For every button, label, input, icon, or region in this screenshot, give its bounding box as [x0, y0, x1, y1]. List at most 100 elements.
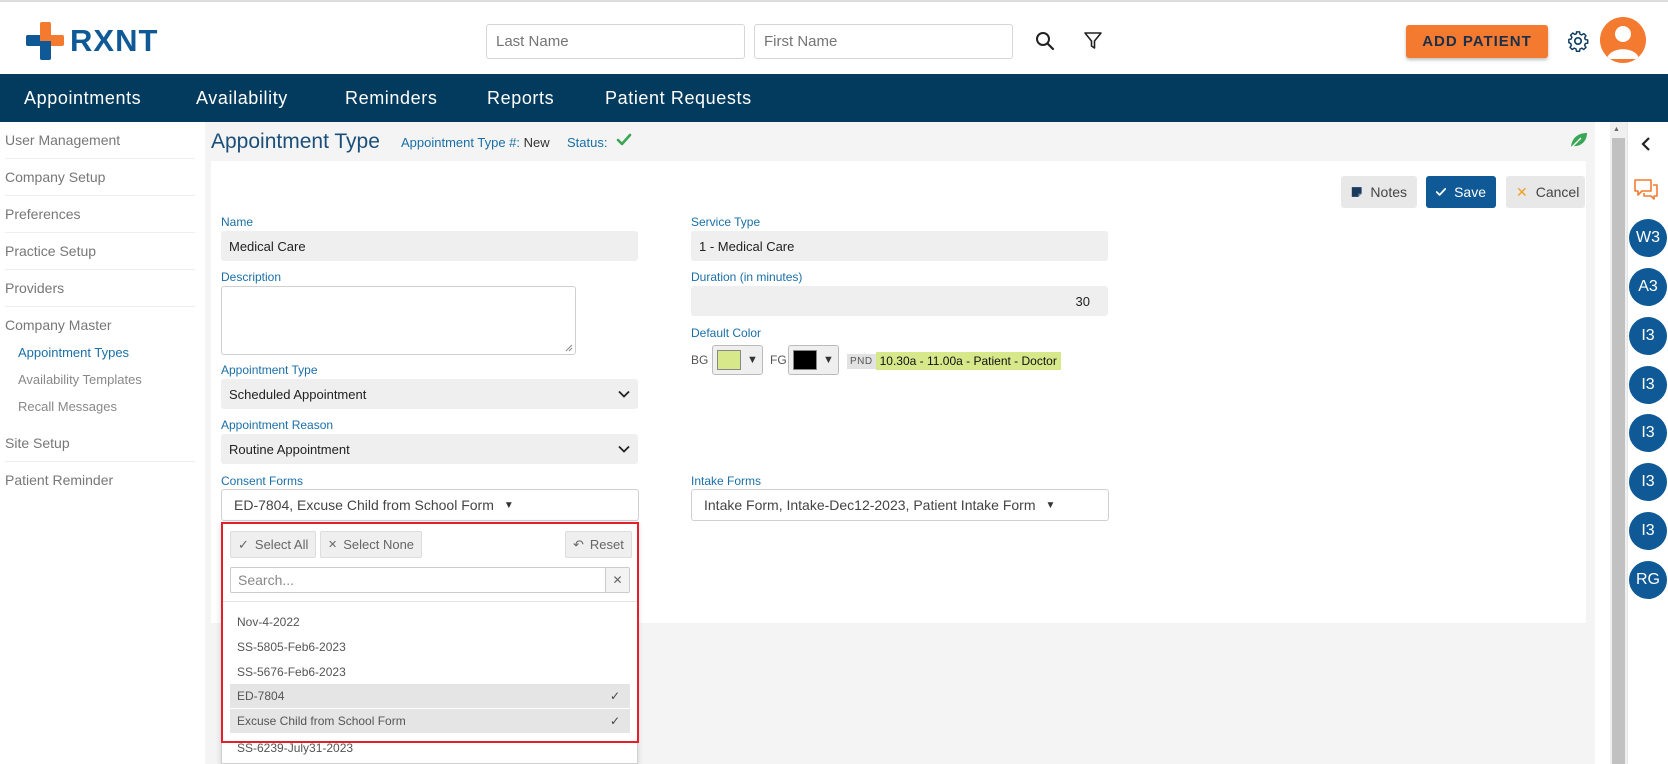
list-item[interactable]: SS-5676-Feb6-2023	[230, 659, 630, 684]
list-item[interactable]: Excuse Child from School Form ✓	[230, 709, 630, 734]
appointment-reason-select[interactable]: Routine Appointment	[221, 434, 638, 464]
default-color-label: Default Color	[691, 326, 762, 340]
description-label: Description	[221, 270, 282, 284]
status-check-icon	[616, 133, 632, 152]
rail-avatar-a3[interactable]: A3	[1629, 268, 1667, 306]
fg-label: FG	[770, 353, 787, 367]
duration-input[interactable]: 30	[691, 286, 1108, 316]
list-item[interactable]: ED-7804 ✓	[230, 684, 630, 709]
save-check-icon	[1436, 187, 1447, 196]
filter-icon[interactable]	[1082, 30, 1104, 52]
sidebar-sub-recall-messages[interactable]: Recall Messages	[18, 399, 117, 414]
nav-patient-requests[interactable]: Patient Requests	[605, 88, 752, 109]
bg-label: BG	[691, 353, 709, 367]
notes-icon	[1351, 187, 1362, 197]
rail-avatar-i3[interactable]: I3	[1629, 414, 1667, 452]
search-icon[interactable]	[1034, 30, 1056, 52]
nav-reminders[interactable]: Reminders	[345, 88, 437, 109]
option-label: SS-5805-Feb6-2023	[237, 639, 346, 654]
sidebar-item-preferences[interactable]: Preferences	[5, 206, 195, 233]
sidebar-item-company-master[interactable]: Company Master	[5, 317, 195, 343]
appointment-type-value: Scheduled Appointment	[229, 386, 367, 402]
rxnt-logo[interactable]: RXNT	[26, 22, 158, 60]
sidebar-item-patient-reminder[interactable]: Patient Reminder	[5, 472, 195, 498]
nav-appointments[interactable]: Appointments	[24, 88, 141, 109]
clear-search-icon[interactable]: ✕	[605, 568, 629, 592]
intake-forms-multiselect[interactable]: Intake Form, Intake-Dec12-2023, Patient …	[691, 489, 1109, 521]
caret-down-icon: ▼	[823, 354, 834, 366]
description-textarea[interactable]	[221, 286, 576, 355]
intake-forms-label: Intake Forms	[691, 474, 762, 488]
first-name-input[interactable]	[754, 24, 1013, 59]
type-number-value: New	[523, 135, 550, 150]
appointment-reason-label: Appointment Reason	[221, 418, 334, 432]
logo-cross-icon	[26, 22, 64, 60]
sidebar-sub-availability-templates[interactable]: Availability Templates	[18, 372, 142, 387]
fg-color-picker[interactable]: ▼	[788, 345, 839, 375]
rail-avatar-i3[interactable]: I3	[1629, 366, 1667, 404]
color-preview: PND 10.30a - 11.00a - Patient - Doctor	[847, 352, 1061, 370]
caret-down-icon: ▼	[1045, 499, 1056, 511]
user-avatar[interactable]	[1600, 17, 1646, 63]
chat-icon[interactable]	[1633, 178, 1659, 207]
save-button[interactable]: Save	[1426, 176, 1496, 208]
main-nav: Appointments Availability Reminders Repo…	[0, 74, 1668, 122]
sidebar-item-practice-setup[interactable]: Practice Setup	[5, 243, 195, 270]
cancel-button[interactable]: ✕ Cancel	[1506, 176, 1585, 208]
status-label: Status:	[567, 135, 608, 150]
check-icon: ✓	[238, 536, 249, 552]
dropdown-search-input[interactable]: Search... ✕	[230, 567, 630, 593]
sidebar-item-site-setup[interactable]: Site Setup	[5, 435, 195, 462]
bg-color-picker[interactable]: ▼	[712, 345, 763, 375]
consent-forms-dropdown: ✓ Select All ✕ Select None ↶ Reset Searc…	[221, 522, 638, 764]
list-item[interactable]: Nov-4-2022	[230, 609, 630, 634]
caret-down-icon: ▼	[503, 499, 514, 511]
option-label: SS-5676-Feb6-2023	[237, 664, 346, 679]
list-item[interactable]: SS-5805-Feb6-2023	[230, 634, 630, 659]
name-label: Name	[221, 215, 254, 229]
sidebar-item-user-management[interactable]: User Management	[5, 132, 195, 159]
main-scrollbar-thumb[interactable]	[1612, 138, 1625, 764]
rail-avatar-w3[interactable]: W3	[1629, 219, 1667, 257]
consent-forms-label: Consent Forms	[221, 474, 304, 488]
option-label: ED-7804	[237, 689, 285, 703]
service-type-input[interactable]: 1 - Medical Care	[691, 231, 1108, 261]
appointment-type-label: Appointment Type	[221, 363, 318, 377]
resize-handle-icon[interactable]	[565, 344, 573, 352]
sidebar-item-company-setup[interactable]: Company Setup	[5, 169, 195, 196]
chevron-left-icon[interactable]	[1641, 136, 1651, 157]
consent-forms-multiselect[interactable]: ED-7804, Excuse Child from School Form ▼	[221, 489, 639, 521]
caret-down-icon: ▼	[747, 354, 758, 366]
leaf-icon	[1569, 131, 1589, 154]
reset-button[interactable]: ↶ Reset	[565, 531, 632, 558]
scroll-up-icon[interactable]: ▲	[1613, 126, 1620, 133]
option-label: Nov-4-2022	[237, 614, 300, 629]
type-number: Appointment Type #: New	[401, 135, 550, 150]
rail-avatar-i3[interactable]: I3	[1629, 463, 1667, 501]
nav-availability[interactable]: Availability	[196, 88, 288, 109]
sidebar-item-providers[interactable]: Providers	[5, 280, 195, 307]
add-patient-button[interactable]: ADD PATIENT	[1406, 25, 1548, 58]
search-placeholder: Search...	[238, 572, 295, 588]
appointment-type-select[interactable]: Scheduled Appointment	[221, 379, 638, 409]
save-label: Save	[1454, 184, 1486, 200]
notes-button[interactable]: Notes	[1341, 176, 1417, 208]
reset-label: Reset	[589, 537, 624, 552]
cancel-x-icon: ✕	[1516, 183, 1528, 200]
select-none-button[interactable]: ✕ Select None	[320, 531, 423, 558]
select-all-button[interactable]: ✓ Select All	[230, 531, 317, 558]
rail-avatar-rg[interactable]: RG	[1629, 561, 1667, 599]
last-name-input[interactable]	[486, 24, 745, 59]
name-input[interactable]: Medical Care	[221, 231, 638, 261]
option-label: Excuse Child from School Form	[237, 714, 406, 728]
list-item[interactable]: SS-6239-July31-2023	[230, 735, 630, 760]
sidebar-sub-appointment-types[interactable]: Appointment Types	[18, 345, 129, 360]
page-title: Appointment Type	[211, 130, 380, 153]
fg-color-swatch	[793, 350, 817, 370]
rail-avatar-i3[interactable]: I3	[1629, 512, 1667, 550]
rail-avatar-i3[interactable]: I3	[1629, 317, 1667, 355]
gear-icon[interactable]	[1566, 29, 1590, 53]
nav-reports[interactable]: Reports	[487, 88, 554, 109]
check-icon: ✓	[609, 714, 620, 728]
status: Status:	[567, 135, 607, 150]
